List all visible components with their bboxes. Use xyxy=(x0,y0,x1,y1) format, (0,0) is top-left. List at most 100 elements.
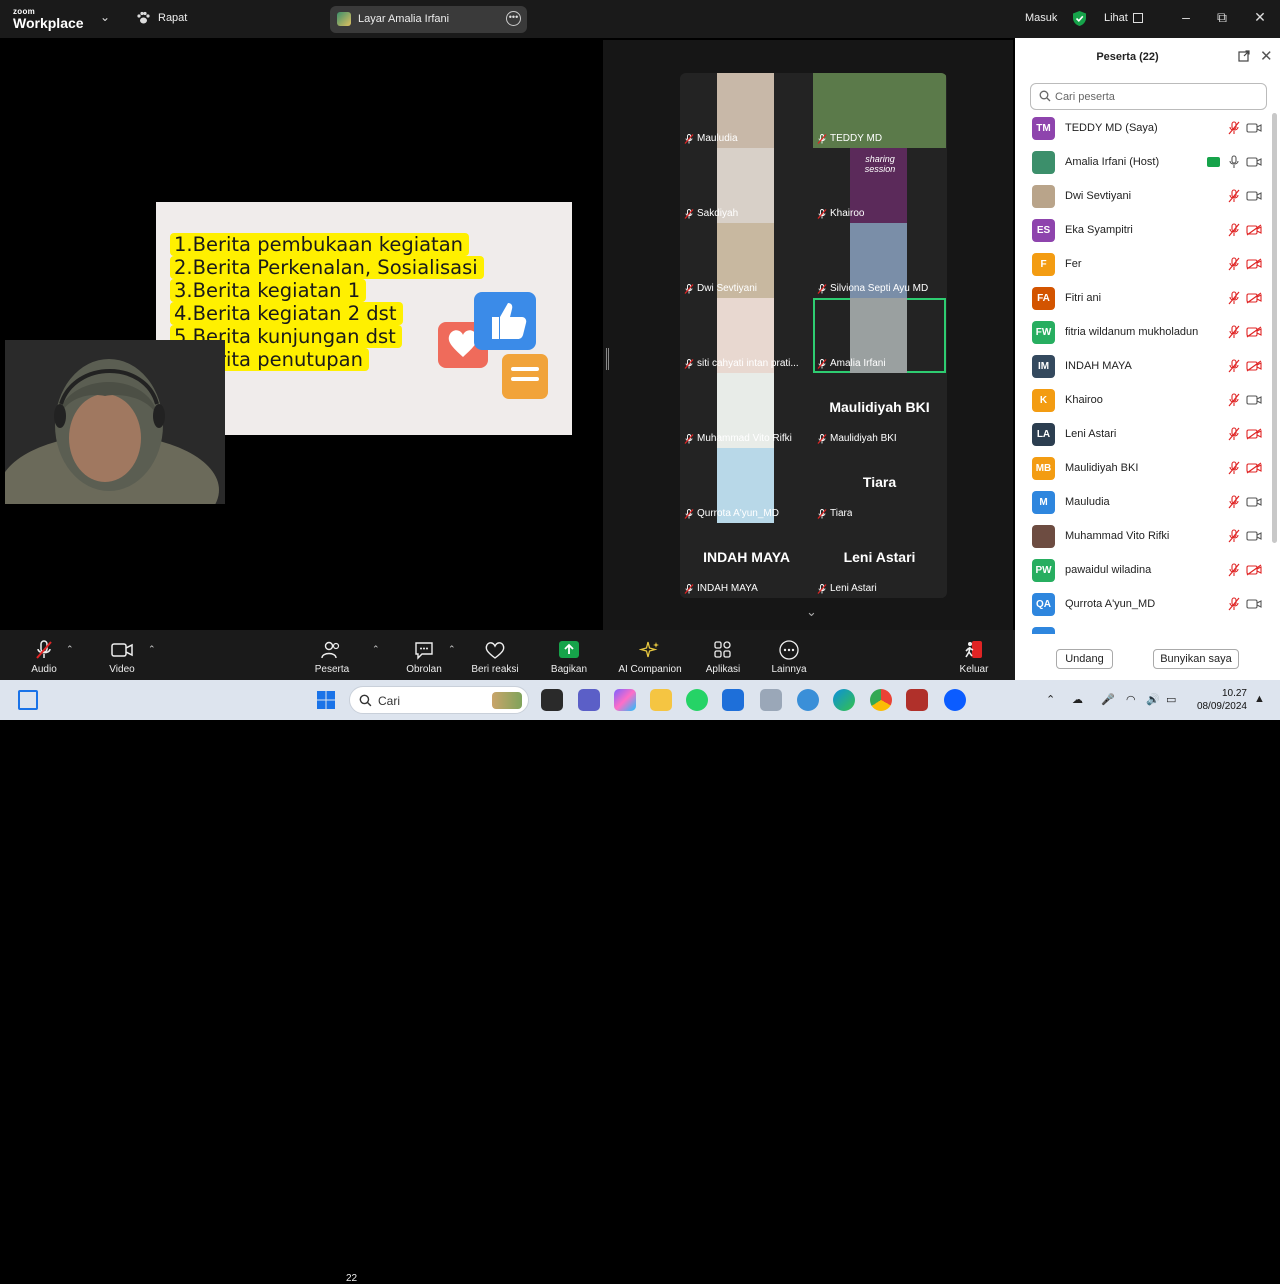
participant-row[interactable]: M Mauludia xyxy=(1015,486,1271,520)
meeting-label[interactable]: Rapat xyxy=(158,12,187,24)
scrollbar[interactable] xyxy=(1272,113,1277,543)
battery-icon[interactable]: ▭ xyxy=(1166,693,1176,706)
video-tile[interactable]: Mauludia xyxy=(680,73,813,148)
chevron-up-icon[interactable]: ⌃ xyxy=(372,644,380,655)
sign-in-link[interactable]: Masuk xyxy=(1025,12,1057,24)
chevron-up-icon[interactable]: ⌃ xyxy=(1046,693,1055,706)
video-tile[interactable]: Tiara Tiara xyxy=(813,448,946,523)
mic-off-icon[interactable] xyxy=(1227,393,1241,407)
chevron-down-icon[interactable]: ⌄ xyxy=(806,604,817,620)
mic-off-icon[interactable] xyxy=(1227,189,1241,203)
video-tile[interactable]: Amalia Irfani xyxy=(813,298,946,373)
view-grid-icon[interactable] xyxy=(1133,13,1143,23)
ai-companion-button[interactable]: AI Companion xyxy=(614,630,686,680)
invite-button[interactable]: Undang xyxy=(1056,649,1113,669)
participants-button[interactable]: Peserta xyxy=(310,630,354,680)
video-off-icon[interactable] xyxy=(1246,462,1262,474)
apps-button[interactable]: Aplikasi xyxy=(700,630,746,680)
video-tile[interactable]: Sakdiyah xyxy=(680,148,813,223)
whatsapp-icon[interactable] xyxy=(686,689,708,711)
participant-row[interactable]: LA Leni Astari xyxy=(1015,418,1271,452)
video-tile[interactable]: Dwi Sevtiyani xyxy=(680,223,813,298)
share-button[interactable]: Bagikan xyxy=(546,630,592,680)
mic-off-icon[interactable] xyxy=(1227,325,1241,339)
screen-share-indicator[interactable]: Layar Amalia Irfani ••• xyxy=(330,6,527,33)
participant-row[interactable]: Dwi Sevtiyani xyxy=(1015,180,1271,214)
chevron-up-icon[interactable]: ⌃ xyxy=(66,644,74,655)
video-tile[interactable]: Qurrota A'yun_MD xyxy=(680,448,813,523)
microphone-icon[interactable]: 🎤 xyxy=(1101,693,1115,706)
video-off-icon[interactable] xyxy=(1246,258,1262,270)
audio-button[interactable]: Audio xyxy=(22,630,66,680)
video-camera-icon[interactable] xyxy=(1246,598,1262,610)
video-camera-icon[interactable] xyxy=(1246,394,1262,406)
speaker-icon[interactable]: 🔊 xyxy=(1146,693,1160,706)
mic-icon[interactable] xyxy=(1227,155,1241,169)
video-off-icon[interactable] xyxy=(1246,224,1262,236)
video-camera-icon[interactable] xyxy=(1246,530,1262,542)
react-button[interactable]: Beri reaksi xyxy=(466,630,524,680)
video-off-icon[interactable] xyxy=(1246,428,1262,440)
windows-start-icon[interactable] xyxy=(316,690,336,710)
shield-check-icon[interactable] xyxy=(1072,10,1087,27)
participant-row[interactable]: TM TEDDY MD (Saya) xyxy=(1015,112,1271,146)
video-off-icon[interactable] xyxy=(1246,292,1262,304)
video-button[interactable]: Video xyxy=(100,630,144,680)
mic-off-icon[interactable] xyxy=(1227,461,1241,475)
video-tile[interactable]: Silviona Septi Ayu MD xyxy=(813,223,946,298)
participant-row[interactable]: QA Qurrota A'yun_MD xyxy=(1015,588,1271,622)
edge-icon[interactable] xyxy=(833,689,855,711)
app-icon[interactable] xyxy=(906,689,928,711)
browser-icon[interactable] xyxy=(797,689,819,711)
view-menu[interactable]: Lihat xyxy=(1104,12,1128,24)
video-tile[interactable]: siti cahyati intan prati... xyxy=(680,298,813,373)
participant-row[interactable]: F Fer xyxy=(1015,248,1271,282)
restore-icon[interactable]: ⧉ xyxy=(1212,9,1232,26)
minimize-icon[interactable]: – xyxy=(1176,9,1196,25)
participant-row[interactable]: IM INDAH MAYA xyxy=(1015,350,1271,384)
chevron-down-icon[interactable]: ⌄ xyxy=(100,10,110,24)
teams-icon[interactable] xyxy=(578,689,600,711)
video-tile[interactable]: Muhammad Vito Rifki xyxy=(680,373,813,448)
video-off-icon[interactable] xyxy=(1246,564,1262,576)
leave-button[interactable]: Keluar xyxy=(952,630,996,680)
mic-off-icon[interactable] xyxy=(1227,597,1241,611)
chevron-up-icon[interactable]: ⌃ xyxy=(448,644,456,655)
file-explorer-icon[interactable] xyxy=(650,689,672,711)
copilot-icon[interactable] xyxy=(614,689,636,711)
task-view-icon[interactable] xyxy=(541,689,563,711)
mic-off-icon[interactable] xyxy=(1227,529,1241,543)
video-camera-icon[interactable] xyxy=(1246,496,1262,508)
close-icon[interactable]: ✕ xyxy=(1250,9,1270,26)
mic-off-icon[interactable] xyxy=(1227,427,1241,441)
video-off-icon[interactable] xyxy=(1246,326,1262,338)
video-camera-icon[interactable] xyxy=(1246,156,1262,168)
store-icon[interactable] xyxy=(722,689,744,711)
mic-off-icon[interactable] xyxy=(1227,223,1241,237)
participant-row[interactable]: FW fitria wildanum mukholadun xyxy=(1015,316,1271,350)
zoom-icon[interactable] xyxy=(944,689,966,711)
participant-row[interactable]: PW pawaidul wiladina xyxy=(1015,554,1271,588)
chat-button[interactable]: Obrolan xyxy=(400,630,448,680)
participant-row[interactable]: K Khairoo xyxy=(1015,384,1271,418)
desktop-widget-icon[interactable] xyxy=(18,690,38,710)
cloud-icon[interactable]: ☁ xyxy=(1072,693,1083,706)
close-icon[interactable]: ✕ xyxy=(1260,47,1273,65)
notification-bell-icon[interactable]: ▲ xyxy=(1254,693,1265,705)
video-tile[interactable]: Leni Astari Leni Astari xyxy=(813,523,946,598)
video-tile[interactable]: sharing session Khairoo xyxy=(813,148,946,223)
video-off-icon[interactable] xyxy=(1246,360,1262,372)
video-tile[interactable]: TEDDY MD xyxy=(813,73,946,148)
more-options-icon[interactable]: ••• xyxy=(506,11,521,26)
video-tile[interactable]: INDAH MAYA INDAH MAYA xyxy=(680,523,813,598)
video-camera-icon[interactable] xyxy=(1246,190,1262,202)
video-tile[interactable]: Maulidiyah BKI Maulidiyah BKI xyxy=(813,373,946,448)
chevron-up-icon[interactable]: ⌃ xyxy=(148,644,156,655)
photos-icon[interactable] xyxy=(760,689,782,711)
mic-off-icon[interactable] xyxy=(1227,359,1241,373)
mic-off-icon[interactable] xyxy=(1227,291,1241,305)
wifi-icon[interactable]: ◠ xyxy=(1126,693,1136,706)
unmute-me-button[interactable]: Bunyikan saya xyxy=(1153,649,1239,669)
participant-row[interactable]: Muhammad Vito Rifki xyxy=(1015,520,1271,554)
clock[interactable]: 10.27 08/09/2024 xyxy=(1187,687,1247,713)
